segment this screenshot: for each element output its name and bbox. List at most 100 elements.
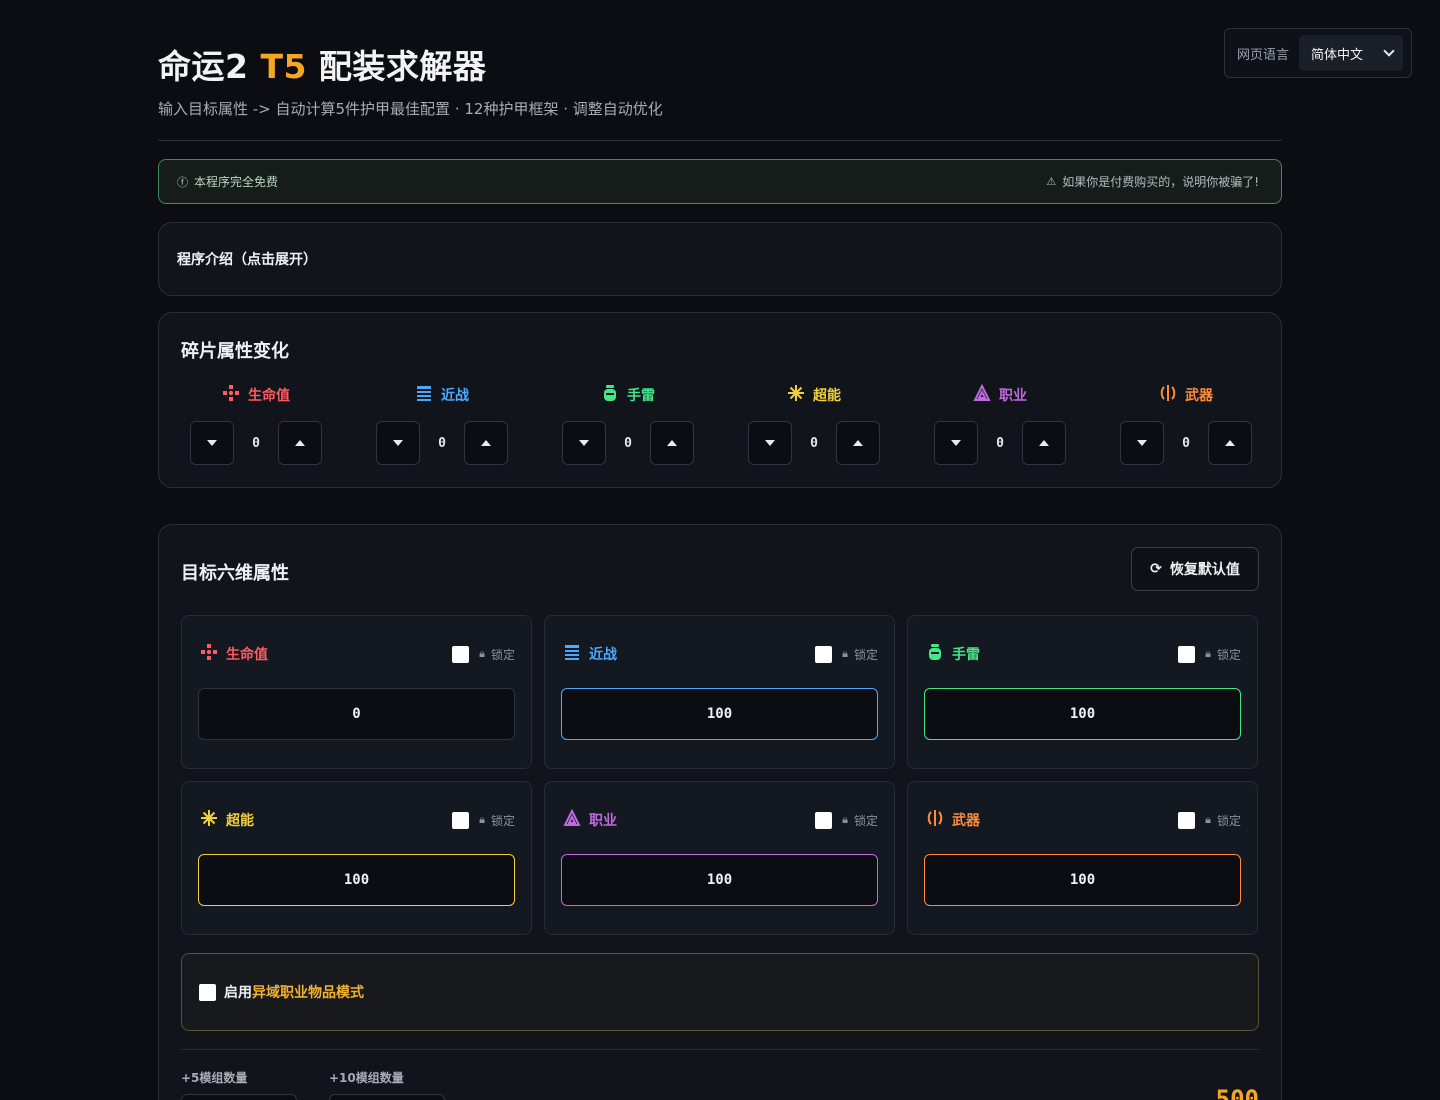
warning-icon: ⚠	[1046, 175, 1057, 188]
target-melee-lock: 🔒︎ 锁定	[815, 645, 878, 663]
plus5-mod-input[interactable]	[181, 1094, 297, 1100]
target-card-class: 职业 🔒︎ 锁定 100	[544, 781, 895, 935]
target-weapon-lock-checkbox[interactable]	[1178, 811, 1196, 829]
shard-grenade-value: 0	[624, 435, 632, 451]
target-class-input[interactable]: 100	[561, 854, 878, 906]
target-card-weapon: 武器 🔒︎ 锁定 100	[907, 781, 1258, 935]
melee-icon	[415, 384, 433, 406]
shard-panel-title: 碎片属性变化	[181, 341, 289, 362]
shard-melee-stepper: 0	[376, 421, 508, 465]
class-icon	[563, 808, 581, 831]
class-icon	[973, 383, 991, 406]
lock-icon: 🔒︎	[479, 813, 485, 826]
shard-melee-name: 近战	[441, 388, 469, 404]
shard-super-increment-button[interactable]	[836, 421, 880, 465]
target-health-name: 生命值	[226, 647, 268, 663]
caret-up-icon	[1225, 440, 1235, 446]
target-class-lock-checkbox[interactable]	[815, 811, 833, 829]
shard-weapon-stepper: 0	[1120, 421, 1252, 465]
shard-class-name: 职业	[999, 388, 1027, 404]
target-melee-lock-checkbox[interactable]	[815, 645, 833, 663]
target-grenade-label: 手雷	[926, 644, 980, 664]
exotic-mode-prefix: 启用	[224, 985, 252, 1001]
lock-icon: 🔒︎	[842, 813, 848, 826]
shard-melee: 近战 0	[367, 385, 517, 465]
shard-super-decrement-button[interactable]	[748, 421, 792, 465]
target-super-lock: 🔒︎ 锁定	[452, 811, 515, 829]
shard-health-label: 生命值	[222, 385, 290, 405]
lock-icon: 🔒︎	[842, 647, 848, 660]
shard-health-name: 生命值	[248, 388, 290, 404]
shard-melee-value: 0	[438, 435, 446, 451]
plus10-mod-input[interactable]	[329, 1094, 445, 1100]
target-grenade-input[interactable]: 100	[924, 688, 1241, 740]
refresh-icon: ⟳	[1150, 561, 1162, 577]
target-super-lock-checkbox[interactable]	[452, 811, 470, 829]
shard-weapon-increment-button[interactable]	[1208, 421, 1252, 465]
target-weapon-input[interactable]: 100	[924, 854, 1241, 906]
shard-weapon-value: 0	[1182, 435, 1190, 451]
shard-grenade: 手雷 0	[553, 385, 703, 465]
shard-class-value: 0	[996, 435, 1004, 451]
free-notice-banner: ⓕ 本程序完全免费 ⚠ 如果你是付费购买的，说明你被骗了!	[158, 159, 1282, 204]
free-icon: ⓕ	[177, 175, 188, 189]
exotic-mode-checkbox[interactable]	[199, 983, 216, 1001]
title-suffix: 配装求解器	[306, 47, 487, 86]
language-selected-value: 简体中文	[1311, 47, 1364, 63]
weapon-icon	[926, 809, 944, 831]
exotic-mode-toggle[interactable]: 启用异域职业物品模式	[181, 953, 1259, 1031]
reset-defaults-button[interactable]: ⟳ 恢复默认值	[1131, 547, 1259, 591]
page-title: 命运2 T5 配装求解器	[158, 40, 1282, 88]
shard-health: 生命值 0	[181, 385, 331, 465]
total-stat-value: 500	[1215, 1085, 1259, 1100]
target-weapon-name: 武器	[952, 813, 980, 829]
language-select[interactable]: 简体中文	[1299, 35, 1403, 71]
shard-grenade-decrement-button[interactable]	[562, 421, 606, 465]
lock-label: 锁定	[853, 813, 878, 828]
target-weapon-lock: 🔒︎ 锁定	[1178, 811, 1241, 829]
shard-class-decrement-button[interactable]	[934, 421, 978, 465]
health-icon	[200, 643, 218, 665]
intro-panel[interactable]: 程序介绍（点击展开）	[158, 222, 1282, 296]
target-grenade-name: 手雷	[952, 647, 980, 663]
reset-defaults-label: 恢复默认值	[1169, 562, 1240, 578]
target-stat-grid: 生命值 🔒︎ 锁定 0 近战 🔒︎ 锁定 100 手雷 🔒︎ 锁定 100 超能 🔒︎ 锁定 100 职业 🔒︎ 锁…	[181, 615, 1259, 935]
target-melee-input[interactable]: 100	[561, 688, 878, 740]
shard-health-decrement-button[interactable]	[190, 421, 234, 465]
shard-weapon: 武器 0	[1111, 385, 1261, 465]
shard-health-increment-button[interactable]	[278, 421, 322, 465]
lock-label: 锁定	[1216, 813, 1241, 828]
shard-class: 职业 0	[925, 383, 1075, 465]
target-card-grenade-header: 手雷 🔒︎ 锁定	[926, 644, 1241, 664]
target-health-lock-checkbox[interactable]	[452, 645, 470, 663]
shard-super-value: 0	[810, 435, 818, 451]
caret-down-icon	[1137, 440, 1147, 446]
shard-weapon-decrement-button[interactable]	[1120, 421, 1164, 465]
target-health-label: 生命值	[200, 644, 268, 664]
target-stats-panel: 目标六维属性 ⟳ 恢复默认值 生命值 🔒︎ 锁定 0 近战 🔒︎ 锁定 100 手雷 🔒︎ 锁定 10…	[158, 524, 1282, 1100]
target-super-input[interactable]: 100	[198, 854, 515, 906]
lock-icon: 🔒︎	[1205, 813, 1211, 826]
caret-up-icon	[1039, 440, 1049, 446]
title-prefix: 命运2	[158, 47, 261, 86]
grenade-icon	[926, 643, 944, 665]
shard-health-value: 0	[252, 435, 260, 451]
shard-class-increment-button[interactable]	[1022, 421, 1066, 465]
target-grenade-lock-checkbox[interactable]	[1178, 645, 1196, 663]
caret-up-icon	[295, 440, 305, 446]
target-health-input[interactable]: 0	[198, 688, 515, 740]
caret-down-icon	[393, 440, 403, 446]
shard-super: 超能 0	[739, 385, 889, 465]
target-card-health: 生命值 🔒︎ 锁定 0	[181, 615, 532, 769]
shard-melee-label: 近战	[415, 385, 469, 405]
shard-grenade-increment-button[interactable]	[650, 421, 694, 465]
header-divider	[158, 140, 1282, 141]
shard-health-stepper: 0	[190, 421, 322, 465]
target-panel-title: 目标六维属性	[181, 563, 289, 584]
mods-divider	[181, 1049, 1259, 1050]
shard-class-label: 职业	[973, 383, 1027, 406]
caret-down-icon	[207, 440, 217, 446]
target-grenade-lock: 🔒︎ 锁定	[1178, 645, 1241, 663]
shard-melee-increment-button[interactable]	[464, 421, 508, 465]
shard-melee-decrement-button[interactable]	[376, 421, 420, 465]
